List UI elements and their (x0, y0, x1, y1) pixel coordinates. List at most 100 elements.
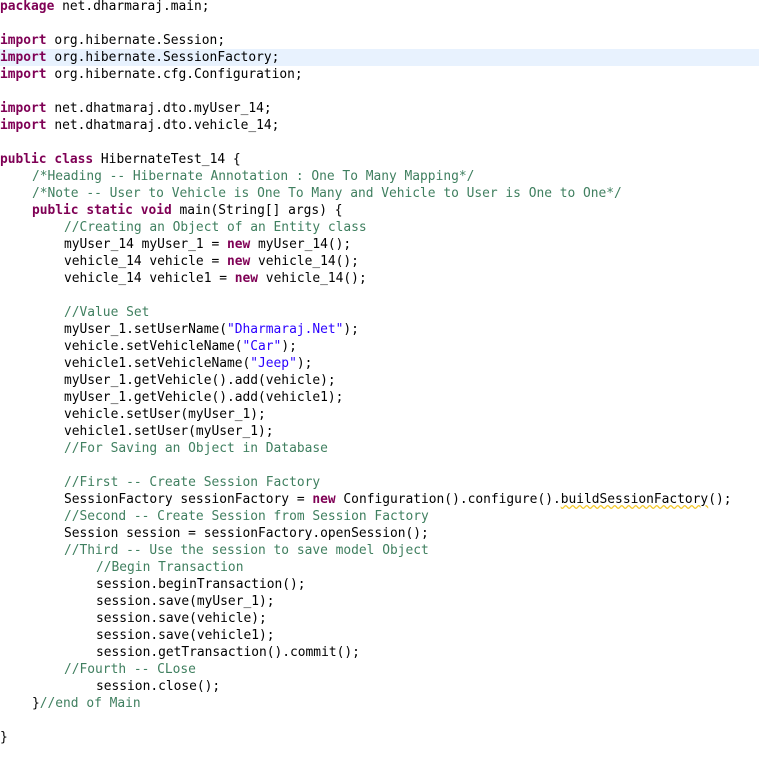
code-token: myUser_1.getVehicle().add(vehicle); (64, 373, 336, 388)
code-line[interactable] (0, 457, 759, 474)
code-token: vehicle_14 vehicle1 = (64, 271, 235, 286)
code-line[interactable]: session.beginTransaction(); (0, 576, 759, 593)
code-line[interactable]: /*Note -- User to Vehicle is One To Many… (0, 185, 759, 202)
comment-token: //Value Set (64, 305, 150, 320)
code-line-content: //Begin Transaction (96, 559, 243, 576)
code-line-content: //Third -- Use the session to save model… (64, 542, 429, 559)
code-line[interactable]: vehicle_14 vehicle = new vehicle_14(); (0, 253, 759, 270)
code-token: vehicle1.setVehicleName( (64, 356, 251, 371)
code-line-content: myUser_1.setUserName("Dharmaraj.Net"); (64, 321, 359, 338)
code-line[interactable]: Session session = sessionFactory.openSes… (0, 525, 759, 542)
code-token: myUser_1.getVehicle().add(vehicle1); (64, 390, 344, 405)
code-line[interactable]: //Value Set (0, 304, 759, 321)
keyword-token: import (0, 50, 47, 65)
code-line[interactable]: }//end of Main (0, 695, 759, 712)
code-line[interactable]: import net.dhatmaraj.dto.myUser_14; (0, 100, 759, 117)
code-line-content: session.save(myUser_1); (96, 593, 275, 610)
code-line[interactable]: session.close(); (0, 678, 759, 695)
code-token: } (0, 730, 8, 745)
keyword-token: new (226, 254, 251, 269)
code-line-content: }//end of Main (32, 695, 141, 712)
code-line[interactable]: SessionFactory sessionFactory = new Conf… (0, 491, 759, 508)
code-line[interactable]: import org.hibernate.Session; (0, 32, 759, 49)
code-token: (); (708, 492, 732, 507)
code-line[interactable]: /*Heading -- Hibernate Annotation : One … (0, 168, 759, 185)
code-editor[interactable]: package net.dharmaraj.main; import org.hi… (0, 0, 759, 761)
code-line-content: //Second -- Create Session from Session … (64, 508, 429, 525)
code-line[interactable]: import org.hibernate.cfg.Configuration; (0, 66, 759, 83)
code-line[interactable] (0, 712, 759, 729)
code-token: net.dhatmaraj.dto.vehicle_14; (46, 118, 280, 133)
code-line[interactable] (0, 15, 759, 32)
code-line-content: //First -- Create Session Factory (64, 474, 320, 491)
keyword-token: import (0, 33, 47, 48)
code-line[interactable]: myUser_14 myUser_1 = new myUser_14(); (0, 236, 759, 253)
code-line[interactable]: //For Saving an Object in Database (0, 440, 759, 457)
code-line[interactable]: session.save(vehicle); (0, 610, 759, 627)
code-line[interactable]: //Begin Transaction (0, 559, 759, 576)
code-line-content: session.beginTransaction(); (96, 576, 306, 593)
keyword-token: void (140, 203, 172, 218)
code-line[interactable]: //Second -- Create Session from Session … (0, 508, 759, 525)
code-token: vehicle_14 vehicle = (64, 254, 227, 269)
keyword-token: import (0, 101, 47, 116)
code-line-content: myUser_1.getVehicle().add(vehicle); (64, 372, 336, 389)
code-token: vehicle.setUser(myUser_1); (64, 407, 266, 422)
code-line[interactable]: public class HibernateTest_14 { (0, 151, 759, 168)
code-line[interactable]: public static void main(String[] args) { (0, 202, 759, 219)
code-line[interactable] (0, 83, 759, 100)
code-line-content: session.getTransaction().commit(); (96, 644, 360, 661)
code-line-content: vehicle_14 vehicle = new vehicle_14(); (64, 253, 359, 270)
code-line-content: import net.dhatmaraj.dto.vehicle_14; (0, 117, 279, 134)
code-line[interactable]: myUser_1.getVehicle().add(vehicle1); (0, 389, 759, 406)
code-token: org.hibernate.cfg.Configuration; (46, 67, 303, 82)
code-line[interactable]: } (0, 729, 759, 746)
current-code-line[interactable]: import org.hibernate.SessionFactory; (0, 49, 759, 66)
code-line[interactable]: package net.dharmaraj.main; (0, 0, 759, 15)
code-token: session.save(vehicle); (96, 611, 267, 626)
comment-token: //Creating an Object of an Entity class (64, 220, 367, 235)
code-line-content: SessionFactory sessionFactory = new Conf… (64, 491, 732, 508)
code-line[interactable]: session.save(myUser_1); (0, 593, 759, 610)
code-line[interactable]: session.save(vehicle1); (0, 627, 759, 644)
code-line-content: myUser_1.getVehicle().add(vehicle1); (64, 389, 343, 406)
code-line[interactable]: vehicle1.setVehicleName("Jeep"); (0, 355, 759, 372)
code-line-content: import org.hibernate.Session; (0, 32, 225, 49)
keyword-token: import (0, 118, 47, 133)
code-line[interactable]: myUser_1.setUserName("Dharmaraj.Net"); (0, 321, 759, 338)
code-line[interactable]: vehicle.setVehicleName("Car"); (0, 338, 759, 355)
code-line[interactable]: session.getTransaction().commit(); (0, 644, 759, 661)
code-token: myUser_14(); (250, 237, 352, 252)
code-line[interactable]: //Third -- Use the session to save model… (0, 542, 759, 559)
code-token: myUser_1.setUserName( (64, 322, 227, 337)
code-token: session.save(myUser_1); (96, 594, 275, 609)
code-line[interactable]: vehicle1.setUser(myUser_1); (0, 423, 759, 440)
code-line-content: vehicle_14 vehicle1 = new vehicle_14(); (64, 270, 367, 287)
code-line[interactable]: vehicle.setUser(myUser_1); (0, 406, 759, 423)
code-token: net.dhatmaraj.dto.myUser_14; (46, 101, 272, 116)
string-token: "Dharmaraj.Net" (226, 322, 344, 337)
code-token: session.beginTransaction(); (96, 577, 306, 592)
code-line[interactable]: vehicle_14 vehicle1 = new vehicle_14(); (0, 270, 759, 287)
code-line-content: session.save(vehicle); (96, 610, 267, 627)
code-line[interactable]: myUser_1.getVehicle().add(vehicle); (0, 372, 759, 389)
code-line[interactable] (0, 287, 759, 304)
comment-token: //First -- Create Session Factory (64, 475, 321, 490)
keyword-token: package (0, 0, 55, 14)
code-token: main(String[] args) { (171, 203, 343, 218)
code-line-content: /*Heading -- Hibernate Annotation : One … (32, 168, 474, 185)
code-line[interactable]: //First -- Create Session Factory (0, 474, 759, 491)
code-line-content: myUser_14 myUser_1 = new myUser_14(); (64, 236, 351, 253)
code-line[interactable]: //Creating an Object of an Entity class (0, 219, 759, 236)
code-line[interactable]: //Fourth -- CLose (0, 661, 759, 678)
warning-token: buildSessionFactory (560, 492, 709, 507)
code-token: SessionFactory sessionFactory = (64, 492, 313, 507)
comment-token: //Begin Transaction (96, 560, 244, 575)
code-line-content: vehicle.setUser(myUser_1); (64, 406, 266, 423)
code-line-content: package net.dharmaraj.main; (0, 0, 210, 15)
code-line[interactable]: import net.dhatmaraj.dto.vehicle_14; (0, 117, 759, 134)
string-token: "Jeep" (250, 356, 297, 371)
code-line[interactable] (0, 134, 759, 151)
code-line-content: import org.hibernate.cfg.Configuration; (0, 66, 303, 83)
